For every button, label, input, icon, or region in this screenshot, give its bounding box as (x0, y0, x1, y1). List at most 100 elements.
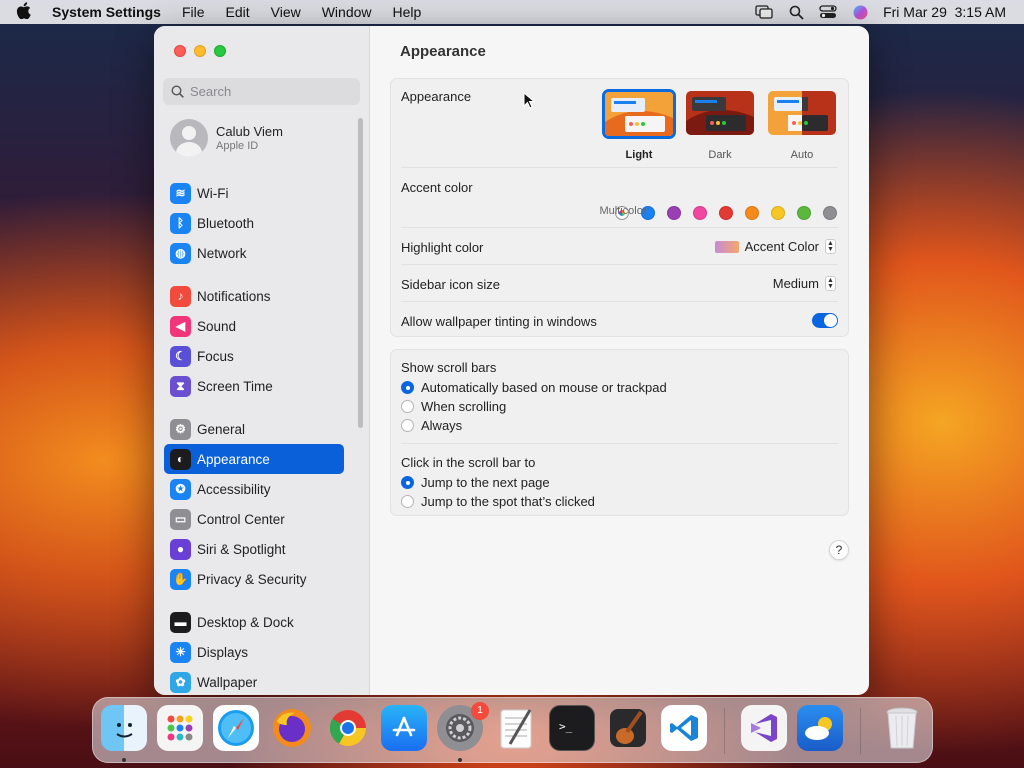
appearance-auto-label: Auto (790, 149, 814, 161)
sidebar-item-network[interactable]: ◍ Network (164, 238, 344, 268)
accent-color-swatch[interactable] (667, 206, 681, 220)
search-field[interactable]: Search (163, 78, 360, 105)
bell-icon: ♪ (170, 285, 191, 307)
appearance-auto-option[interactable] (768, 91, 836, 135)
terminal-icon[interactable]: >_ (549, 705, 595, 751)
sidebar-item-label: Displays (197, 644, 249, 660)
chrome-icon[interactable] (325, 705, 371, 751)
highlight-color-popup[interactable]: Accent Color ▲ ▼ (714, 239, 836, 254)
sidebar-item-control-center[interactable]: ▭ Control Center (164, 504, 344, 534)
notification-badge: 1 (471, 702, 489, 720)
scroll-bars-always-radio[interactable]: Always (401, 418, 462, 433)
visual-studio-icon[interactable] (741, 705, 787, 751)
launchpad-icon[interactable] (157, 705, 203, 751)
sidebar-item-wi-fi[interactable]: ≋ Wi-Fi (164, 178, 344, 208)
sidebar-item-focus[interactable]: ☾ Focus (164, 341, 344, 371)
sidebar-item-accessibility[interactable]: ✪ Accessibility (164, 474, 344, 504)
menu-view[interactable]: View (271, 4, 301, 20)
sidebar-item-label: Network (197, 245, 247, 261)
sidebar-item-label: Control Center (197, 511, 285, 527)
sidebar-item-screen-time[interactable]: ⧗ Screen Time (164, 371, 344, 401)
wifi-icon: ≋ (170, 182, 191, 204)
menu-edit[interactable]: Edit (226, 4, 250, 20)
accent-color-label: Accent color (401, 180, 473, 195)
sidebar-item-label: Privacy & Security (197, 571, 307, 587)
sidebar-item-sound[interactable]: ◀ Sound (164, 311, 344, 341)
trash-icon[interactable] (879, 705, 925, 751)
sidebar-item-privacy-security[interactable]: ✋ Privacy & Security (164, 564, 344, 594)
sidebar-icon-size-popup[interactable]: Medium ▲ ▼ (773, 276, 836, 291)
menubar-clock[interactable]: Fri Mar 29 3:15 AM (883, 4, 1006, 20)
app-store-icon[interactable] (381, 705, 427, 751)
click-spot-radio[interactable]: Jump to the spot that’s clicked (401, 494, 595, 509)
apple-menu-icon[interactable] (16, 1, 34, 23)
chevron-updown-icon: ▲ ▼ (825, 239, 836, 254)
accent-color-swatch[interactable] (693, 206, 707, 220)
sidebar-item-appearance[interactable]: ◐ Appearance (164, 444, 344, 474)
radio-label: Automatically based on mouse or trackpad (421, 380, 667, 395)
safari-icon[interactable] (213, 705, 259, 751)
appearance-dark-option[interactable] (686, 91, 754, 135)
radio-button (401, 476, 414, 489)
divider (401, 443, 838, 444)
accessibility-icon: ✪ (170, 478, 191, 500)
click-next-page-radio[interactable]: Jump to the next page (401, 475, 550, 490)
sidebar-item-bluetooth[interactable]: ᛒ Bluetooth (164, 208, 344, 238)
siri-icon: ● (170, 538, 191, 560)
control-center-icon[interactable] (819, 3, 837, 21)
screen-mirroring-icon[interactable] (755, 3, 773, 21)
system-settings-window: Search Calub Viem Apple ID ≋ Wi-Fi ᛒ Blueto… (154, 26, 869, 695)
sidebar-scrollbar[interactable] (358, 118, 363, 428)
close-button[interactable] (174, 45, 186, 57)
accent-color-swatch[interactable] (797, 206, 811, 220)
scroll-bars-scrolling-radio[interactable]: When scrolling (401, 399, 506, 414)
weather-icon[interactable] (797, 705, 843, 751)
sidebar-item-siri-spotlight[interactable]: ● Siri & Spotlight (164, 534, 344, 564)
firefox-icon[interactable] (269, 705, 315, 751)
vscode-icon[interactable] (661, 705, 707, 751)
wallpaper-tinting-toggle[interactable] (812, 313, 838, 328)
window-controls (174, 45, 226, 57)
sidebar-item-label: Wi-Fi (197, 185, 229, 201)
sidebar-item-wallpaper[interactable]: ✿ Wallpaper (164, 667, 344, 695)
accent-color-swatch[interactable] (745, 206, 759, 220)
speaker-icon: ◀ (170, 315, 191, 337)
search-placeholder: Search (190, 84, 232, 99)
textedit-icon[interactable] (493, 705, 539, 751)
radio-label: Jump to the spot that’s clicked (421, 494, 595, 509)
scroll-bars-auto-radio[interactable]: Automatically based on mouse or trackpad (401, 380, 667, 395)
click-scroll-bar-label: Click in the scroll bar to (401, 455, 536, 470)
zoom-button[interactable] (214, 45, 226, 57)
divider (401, 167, 838, 168)
accent-color-swatch[interactable] (823, 206, 837, 220)
garageband-icon[interactable] (605, 705, 651, 751)
minimize-button[interactable] (194, 45, 206, 57)
appearance-light-option[interactable] (602, 89, 676, 139)
sidebar-item-displays[interactable]: ☀ Displays (164, 637, 344, 667)
sidebar-item-label: Bluetooth (197, 215, 255, 231)
finder-icon[interactable] (101, 705, 147, 751)
accent-color-swatch[interactable] (771, 206, 785, 220)
menu-help[interactable]: Help (393, 4, 422, 20)
sidebar-item-label: Accessibility (197, 481, 271, 497)
appearance-icon: ◐ (170, 448, 191, 470)
menu-window[interactable]: Window (322, 4, 372, 20)
sidebar-item-notifications[interactable]: ♪ Notifications (164, 281, 344, 311)
siri-icon[interactable] (851, 3, 869, 21)
sidebar-item-label: Notifications (197, 288, 271, 304)
menu-app-name[interactable]: System Settings (52, 4, 161, 20)
dock-separator (724, 708, 725, 754)
profile-name: Calub Viem (216, 124, 283, 139)
scroll-bars-card: Show scroll bars Automatically based on … (390, 349, 849, 516)
help-button[interactable]: ? (829, 540, 849, 560)
accent-color-swatch[interactable] (719, 206, 733, 220)
sidebar-item-desktop-dock[interactable]: ▬ Desktop & Dock (164, 607, 344, 637)
radio-label: Jump to the next page (421, 475, 550, 490)
sidebar-item-general[interactable]: ⚙ General (164, 414, 344, 444)
globe-icon: ◍ (170, 242, 191, 264)
dock-separator (860, 708, 861, 754)
sidebar-item-label: Focus (197, 348, 234, 364)
menu-file[interactable]: File (182, 4, 205, 20)
spotlight-search-icon[interactable] (787, 3, 805, 21)
apple-id-profile[interactable]: Calub Viem Apple ID (170, 119, 283, 157)
